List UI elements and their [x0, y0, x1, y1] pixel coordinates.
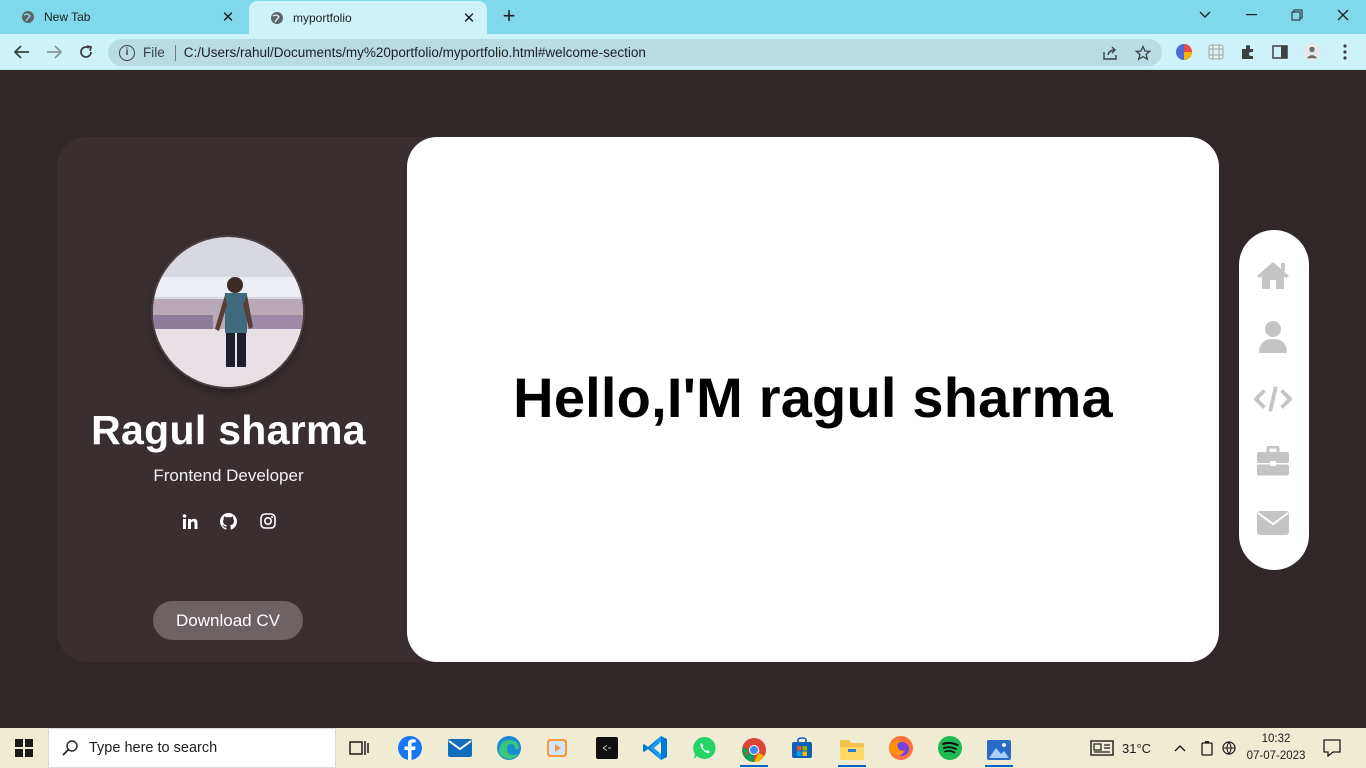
forward-icon[interactable] — [42, 41, 66, 63]
spotify-icon[interactable] — [936, 734, 964, 762]
extensions-puzzle-icon[interactable] — [1239, 43, 1257, 61]
battery-icon[interactable] — [1200, 728, 1214, 768]
terminal-icon[interactable] — [593, 734, 621, 762]
media-player-icon[interactable] — [543, 734, 571, 762]
weather-widget[interactable]: 31°C — [1090, 728, 1151, 768]
windows-taskbar: Type here to search 31°C 10:32 07-07-202… — [0, 728, 1366, 768]
hero-title: Hello,I'M ragul sharma — [513, 366, 1113, 429]
close-tab-icon[interactable]: ✕ — [220, 9, 236, 26]
reload-icon[interactable] — [74, 41, 98, 63]
envelope-icon[interactable] — [1254, 504, 1292, 542]
restore-icon[interactable] — [1282, 4, 1312, 26]
tab-search-icon[interactable] — [1190, 4, 1220, 26]
welcome-section: Hello,I'M ragul sharma — [407, 137, 1219, 662]
github-icon[interactable] — [220, 512, 238, 530]
browser-menu-icon[interactable] — [1336, 43, 1354, 61]
download-cv-button[interactable]: Download CV — [153, 601, 303, 640]
clock-date: 07-07-2023 — [1246, 750, 1306, 762]
address-bar[interactable]: i File C:/Users/rahul/Documents/my%20por… — [108, 39, 1162, 66]
new-tab-button[interactable]: + — [498, 5, 520, 28]
network-icon[interactable] — [1222, 728, 1238, 768]
photos-icon[interactable] — [985, 734, 1013, 767]
tab-myportfolio[interactable]: myportfolio ✕ — [249, 1, 487, 35]
site-info-icon[interactable]: i — [119, 44, 135, 61]
taskbar-clock[interactable]: 10:32 07-07-2023 — [1243, 731, 1309, 765]
search-icon — [61, 739, 79, 757]
close-window-icon[interactable] — [1328, 4, 1358, 26]
vscode-icon[interactable] — [641, 734, 669, 762]
windows-start-icon[interactable] — [0, 728, 48, 768]
profile-avatar-icon[interactable] — [1303, 43, 1321, 61]
avatar — [153, 237, 303, 387]
facebook-icon[interactable] — [396, 734, 424, 762]
home-icon[interactable] — [1254, 256, 1292, 294]
extension-grid-icon[interactable] — [1207, 43, 1225, 61]
share-icon[interactable] — [1102, 44, 1120, 62]
code-icon[interactable] — [1254, 380, 1292, 418]
close-tab-icon[interactable]: ✕ — [461, 10, 477, 27]
store-icon[interactable] — [788, 734, 816, 762]
address-separator — [174, 44, 176, 61]
notifications-icon[interactable] — [1323, 728, 1341, 768]
user-icon[interactable] — [1254, 318, 1292, 356]
tab-title: myportfolio — [293, 11, 352, 25]
profile-card: Ragul sharma Frontend Developer Download… — [57, 137, 457, 662]
page-viewport: Ragul sharma Frontend Developer Download… — [0, 71, 1366, 728]
weather-temp: 31°C — [1122, 740, 1152, 756]
news-icon — [1090, 740, 1114, 756]
chrome-icon[interactable] — [740, 734, 768, 767]
clock-time: 10:32 — [1261, 733, 1291, 745]
firefox-icon[interactable] — [887, 734, 915, 762]
briefcase-icon[interactable] — [1254, 442, 1292, 480]
side-panel-icon[interactable] — [1271, 43, 1289, 61]
tab-strip: New Tab ✕ myportfolio ✕ + — [0, 0, 1366, 35]
linkedin-icon[interactable] — [181, 512, 199, 530]
taskbar-search-box[interactable]: Type here to search — [48, 728, 336, 768]
minimize-icon[interactable] — [1236, 4, 1266, 26]
social-links — [57, 512, 400, 530]
file-explorer-icon[interactable] — [838, 734, 866, 767]
task-view-icon[interactable] — [346, 734, 374, 762]
profile-role: Frontend Developer — [153, 466, 304, 485]
search-placeholder: Type here to search — [89, 740, 218, 756]
mail-icon[interactable] — [446, 734, 474, 762]
scheme-label: File — [143, 45, 165, 60]
url-text[interactable]: C:/Users/rahul/Documents/my%20portfolio/… — [184, 45, 646, 60]
globe-icon — [269, 10, 285, 26]
tab-title: New Tab — [44, 10, 91, 24]
side-navigation — [1239, 230, 1309, 570]
profile-name: Ragul sharma — [91, 407, 366, 453]
whatsapp-icon[interactable] — [691, 734, 719, 762]
tab-new-tab[interactable]: New Tab ✕ — [0, 0, 246, 34]
back-icon[interactable] — [10, 41, 34, 63]
extension-colorful-icon[interactable] — [1175, 43, 1193, 61]
edge-icon[interactable] — [495, 734, 523, 762]
browser-toolbar: i File C:/Users/rahul/Documents/my%20por… — [0, 34, 1366, 70]
globe-icon — [20, 9, 36, 25]
bookmark-star-icon[interactable] — [1134, 44, 1152, 62]
instagram-icon[interactable] — [259, 512, 277, 530]
show-hidden-icons-icon[interactable] — [1174, 728, 1186, 768]
